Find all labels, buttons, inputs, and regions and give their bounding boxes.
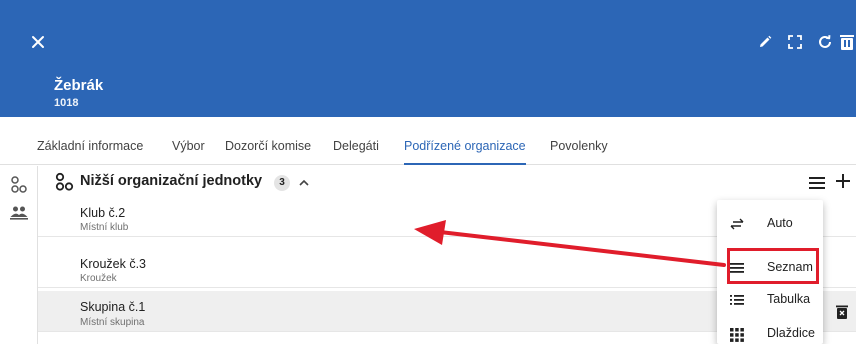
section-title: Nižší organizační jednotky [80, 173, 263, 189]
org-units-icon[interactable] [9, 175, 29, 195]
people-icon[interactable] [9, 203, 29, 223]
tab-povolenky[interactable]: Povolenky [550, 117, 608, 165]
menu-item-tabulka[interactable]: Tabulka [717, 281, 823, 319]
add-icon[interactable] [834, 172, 854, 192]
list-item-title: Kroužek č.3 [80, 257, 147, 271]
tab-podrizene-organizace[interactable]: Podřízené organizace [404, 117, 526, 165]
side-rail [0, 166, 38, 344]
count-badge: 3 [274, 175, 290, 191]
tab-zakladni-informace[interactable]: Základní informace [37, 117, 143, 165]
list-item-title: Skupina č.1 [80, 300, 146, 314]
menu-item-auto[interactable]: Auto [717, 205, 823, 243]
menu-item-label: Dlaždice [767, 326, 815, 340]
annotation-highlight-box [727, 248, 819, 284]
menu-item-label: Tabulka [767, 292, 811, 306]
app-window: Žebrák 1018 Základní informace Výbor Doz… [0, 0, 856, 344]
list-item-title: Klub č.2 [80, 206, 126, 220]
tab-bar: Základní informace Výbor Dozorčí komise … [0, 117, 856, 165]
tab-vybor[interactable]: Výbor [172, 117, 205, 165]
org-units-icon [54, 172, 74, 192]
refresh-icon[interactable] [810, 30, 840, 54]
tab-delegati[interactable]: Delegáti [333, 117, 379, 165]
view-menu-button[interactable] [808, 175, 826, 191]
menu-item-label: Auto [767, 216, 793, 230]
list-item-subtitle: Místní skupina [80, 317, 145, 328]
delete-icon[interactable] [840, 30, 856, 54]
tab-dozorci-komise[interactable]: Dozorčí komise [225, 117, 311, 165]
page-title: Žebrák [54, 77, 104, 94]
page-subtitle: 1018 [54, 97, 79, 109]
chevron-up-icon[interactable] [297, 176, 311, 190]
close-icon[interactable] [27, 31, 49, 53]
header-actions [750, 30, 856, 54]
pencil-icon[interactable] [750, 30, 780, 54]
fullscreen-icon[interactable] [780, 30, 810, 54]
detail-header: Žebrák 1018 [0, 0, 856, 117]
list-item-subtitle: Kroužek [80, 273, 117, 284]
table-list-icon [729, 292, 745, 308]
grid-icon [729, 326, 745, 342]
list-item-subtitle: Místní klub [80, 222, 129, 233]
swap-arrows-icon [729, 216, 745, 232]
menu-item-dlazdice[interactable]: Dlaždice [717, 315, 823, 344]
delete-icon[interactable] [836, 305, 850, 321]
